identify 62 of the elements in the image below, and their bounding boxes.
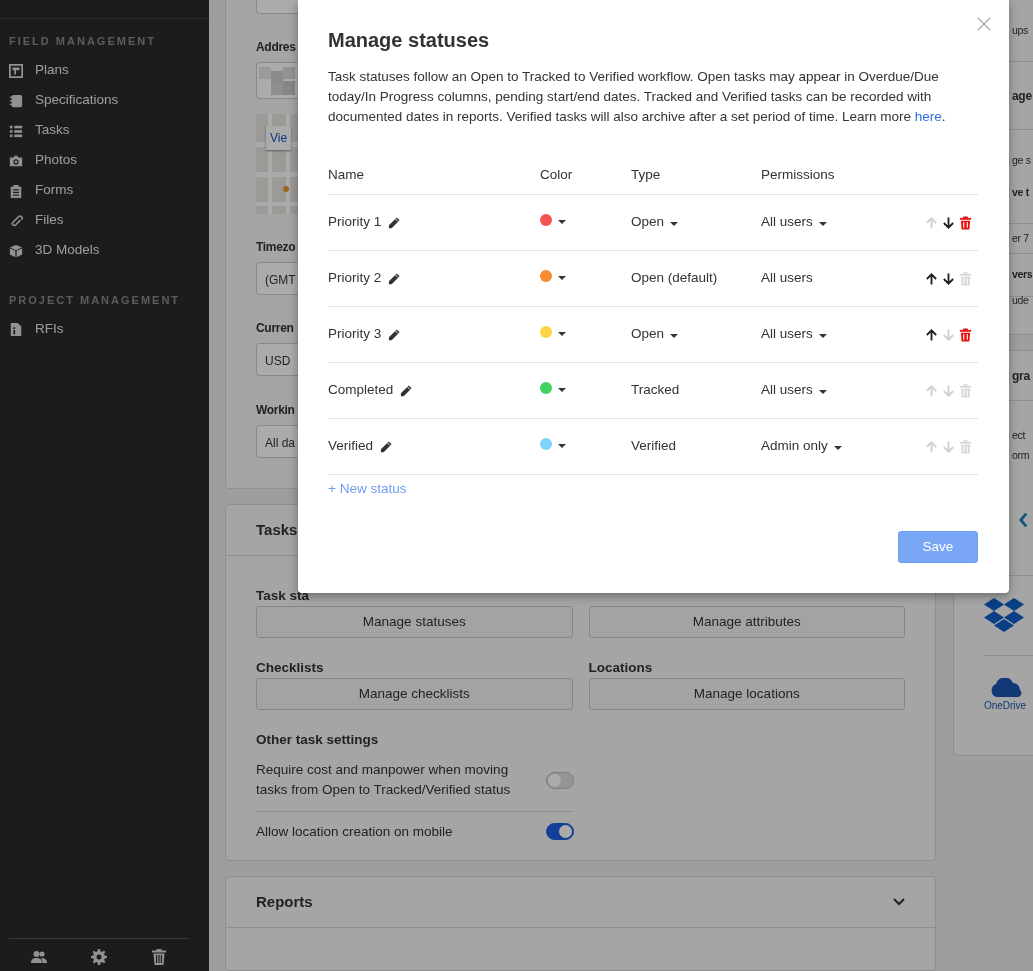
section-heading: PROJECT MANAGEMENT bbox=[8, 292, 182, 308]
panel-text: ect bbox=[1012, 428, 1026, 443]
field-label: Addres bbox=[256, 39, 296, 56]
manage-button[interactable]: Manage statuses bbox=[256, 606, 573, 638]
sidebar-item[interactable]: Tasks bbox=[0, 115, 209, 146]
status-name: Priority 3 bbox=[328, 325, 382, 344]
status-name: Priority 1 bbox=[328, 213, 382, 232]
field-label: Workin bbox=[256, 402, 295, 419]
permissions-dropdown[interactable]: All users bbox=[761, 324, 827, 345]
select-field[interactable]: All da bbox=[256, 425, 298, 458]
column-header: Color bbox=[540, 166, 574, 185]
setting-label: Allow location creation on mobile bbox=[256, 822, 453, 841]
select-field[interactable]: (GMT bbox=[256, 262, 298, 295]
description-text: Task statuses follow an Open to Tracked to Verified workflow. Open tasks may appear in Overdue/Due today/In Progress columns, pending start/end dates. Tracked and Verified tasks can be recorded with documented dates in reports. Verified tasks will also archive after a set period of time. Learn more here. bbox=[328, 68, 947, 126]
permissions-dropdown[interactable]: All users bbox=[761, 380, 827, 401]
sidebar-item[interactable]: RFIs bbox=[0, 314, 209, 344]
sidebar-item[interactable]: 3D Models bbox=[0, 235, 209, 266]
field-label: Timezo bbox=[256, 239, 296, 256]
modal-title: Manage statuses bbox=[328, 28, 491, 52]
logo-label: OneDrive bbox=[983, 699, 1027, 713]
setting-label: Require cost and manpower when moving tasks from Open to Tracked/Verified status bbox=[256, 761, 512, 800]
column-header: Permissions bbox=[761, 166, 836, 185]
permissions-dropdown[interactable]: All users bbox=[761, 212, 827, 233]
section-heading: FIELD MANAGEMENT bbox=[8, 34, 157, 49]
type-label: Tracked bbox=[631, 382, 680, 398]
column-header: Name bbox=[328, 166, 365, 185]
card-title: Tasks bbox=[256, 519, 298, 540]
group-label: Checklists bbox=[256, 659, 325, 677]
sidebar-item[interactable]: Files bbox=[0, 205, 209, 236]
card-title: Reports bbox=[256, 891, 313, 912]
status-name: Priority 2 bbox=[328, 269, 382, 288]
manage-button[interactable]: Manage checklists bbox=[256, 678, 573, 710]
panel-text: ge s bbox=[1012, 152, 1031, 168]
sidebar-item[interactable]: Specifications bbox=[0, 85, 209, 116]
manage-button[interactable]: Manage locations bbox=[588, 678, 905, 710]
panel-text: er 7 bbox=[1012, 230, 1029, 246]
status-name: Completed bbox=[328, 381, 394, 400]
type-dropdown[interactable]: Open bbox=[631, 324, 679, 345]
group-label: Locations bbox=[588, 659, 654, 677]
panel-text: ude bbox=[1012, 292, 1029, 308]
type-label: Verified bbox=[631, 438, 677, 454]
section-heading: gra bbox=[1012, 367, 1030, 385]
manage-button[interactable]: Manage attributes bbox=[588, 606, 905, 638]
panel-text: ve t bbox=[1012, 184, 1029, 200]
field-label: Curren bbox=[256, 320, 294, 337]
permissions-dropdown[interactable]: Admin only bbox=[761, 436, 842, 457]
status-name: Verified bbox=[328, 437, 374, 456]
type-dropdown[interactable]: Open bbox=[631, 212, 679, 233]
learn-more-link[interactable]: here bbox=[914, 109, 942, 124]
select-field[interactable]: USD bbox=[256, 343, 298, 376]
sidebar-item[interactable]: Photos bbox=[0, 145, 209, 176]
group-label: Task sta bbox=[256, 587, 311, 605]
section-heading: age bbox=[1012, 87, 1032, 105]
panel-text: vers bbox=[1012, 267, 1033, 283]
sidebar-item[interactable]: Forms bbox=[0, 175, 209, 206]
type-label: Open (default) bbox=[631, 270, 718, 286]
panel-text: orm bbox=[1012, 448, 1030, 463]
section-heading: Other task settings bbox=[256, 731, 380, 749]
permissions-label: All users bbox=[761, 270, 813, 286]
column-header: Type bbox=[631, 166, 662, 185]
panel-text: ups bbox=[1012, 22, 1029, 38]
sidebar-item[interactable]: Plans bbox=[0, 55, 209, 86]
